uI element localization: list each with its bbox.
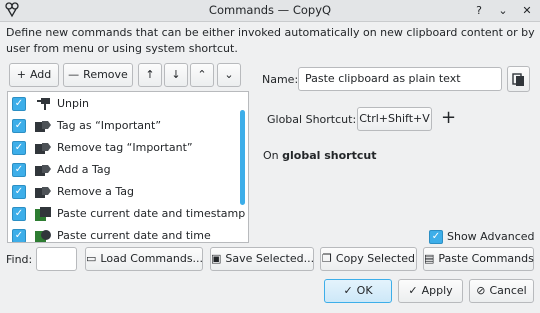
window-title: Commands — CopyQ xyxy=(208,3,332,17)
plus-icon: + xyxy=(16,68,26,81)
command-enabled-checkbox[interactable]: ✓ xyxy=(12,97,26,111)
ok-button[interactable]: ✓ OK xyxy=(324,279,392,303)
command-label: Paste current date and time xyxy=(57,229,211,242)
global-shortcut-label: Global Shortcut: xyxy=(267,113,357,126)
help-button[interactable]: ? xyxy=(471,3,487,19)
remove-button-label: Remove xyxy=(83,68,128,81)
load-commands-label: Load Commands... xyxy=(100,252,204,265)
copy-selected-label: Copy Selected xyxy=(335,252,415,265)
save-selected-label: Save Selected... xyxy=(225,252,315,265)
save-icon: ▣ xyxy=(211,252,222,265)
close-button[interactable]: ✕ xyxy=(519,3,535,19)
move-up-button[interactable]: ↑ xyxy=(138,63,162,87)
copy-icon: ❐ xyxy=(322,252,332,265)
paste-commands-label: Paste Commands xyxy=(438,252,534,265)
clock-icon xyxy=(35,230,51,242)
add-command-button[interactable]: + Add xyxy=(9,63,59,87)
tag-icon xyxy=(35,187,51,198)
command-enabled-checkbox[interactable]: ✓ xyxy=(12,141,26,155)
command-row-remove-tag-important[interactable]: ✓ Remove tag “Important” xyxy=(8,137,236,159)
command-enabled-checkbox[interactable]: ✓ xyxy=(12,207,26,221)
command-row-tag-important[interactable]: ✓ Tag as “Important” xyxy=(8,115,236,137)
clipboard-icon xyxy=(512,73,524,86)
copy-selected-button[interactable]: ❐ Copy Selected xyxy=(320,247,417,271)
arrow-down-icon: ↓ xyxy=(171,68,181,81)
trigger-type: global shortcut xyxy=(282,149,377,162)
trigger-prefix: On xyxy=(263,149,283,162)
command-enabled-checkbox[interactable]: ✓ xyxy=(12,185,26,199)
arrow-up-icon: ↑ xyxy=(145,68,155,81)
move-bottom-button[interactable]: ⌄ xyxy=(217,63,241,87)
apply-button[interactable]: ✓ Apply xyxy=(398,279,463,303)
paste-name-button[interactable] xyxy=(507,66,530,92)
cancel-icon: ⊘ xyxy=(476,284,486,297)
command-enabled-checkbox[interactable]: ✓ xyxy=(12,229,26,242)
cancel-label: Cancel xyxy=(489,284,527,297)
cancel-button[interactable]: ⊘ Cancel xyxy=(469,279,534,303)
double-chevron-down-icon: ⌄ xyxy=(224,68,234,81)
tag-icon xyxy=(35,165,51,176)
folder-icon: ▭ xyxy=(86,252,97,265)
move-top-button[interactable]: ⌃ xyxy=(190,63,214,87)
minus-icon: — xyxy=(68,68,80,81)
list-scrollbar-thumb[interactable] xyxy=(240,110,245,205)
command-enabled-checkbox[interactable]: ✓ xyxy=(12,163,26,177)
command-label: Remove a Tag xyxy=(57,185,134,198)
checkmark-icon: ✓ xyxy=(408,284,418,297)
command-list[interactable]: ✓ Unpin ✓ Tag as “Important” ✓ Remove ta… xyxy=(7,91,249,243)
ok-label: OK xyxy=(356,284,373,297)
command-row-unpin[interactable]: ✓ Unpin xyxy=(8,93,236,115)
command-label: Remove tag “Important” xyxy=(57,141,193,154)
command-row-paste-date-time[interactable]: ✓ Paste current date and time xyxy=(8,225,236,242)
find-input[interactable] xyxy=(36,247,77,271)
tag-icon xyxy=(35,143,51,154)
command-row-add-tag[interactable]: ✓ Add a Tag xyxy=(8,159,236,181)
load-commands-button[interactable]: ▭ Load Commands... xyxy=(85,247,203,271)
remove-command-button[interactable]: — Remove xyxy=(63,63,133,87)
checkmark-icon: ✓ xyxy=(343,284,353,297)
description-text: Define new commands that can be either i… xyxy=(6,26,535,55)
move-down-button[interactable]: ↓ xyxy=(164,63,188,87)
command-label: Tag as “Important” xyxy=(57,119,162,132)
add-shortcut-button[interactable]: + xyxy=(441,107,456,129)
paste-commands-button[interactable]: ▤ Paste Commands xyxy=(423,247,534,271)
command-name-input[interactable]: Paste clipboard as plain text xyxy=(298,67,502,91)
command-row-paste-date-timestamp[interactable]: ✓ Paste current date and timestamp xyxy=(8,203,245,225)
tag-icon xyxy=(35,121,51,132)
title-bar: Commands — CopyQ ? ⌄ ✕ xyxy=(0,0,540,22)
shortcut-button[interactable]: Ctrl+Shift+V xyxy=(357,107,432,131)
trigger-summary: On global shortcut xyxy=(263,149,376,162)
save-selected-button[interactable]: ▣ Save Selected... xyxy=(210,247,314,271)
command-row-remove-tag[interactable]: ✓ Remove a Tag xyxy=(8,181,236,203)
show-advanced-label: Show Advanced xyxy=(447,230,535,243)
minimize-button[interactable]: ⌄ xyxy=(495,3,511,19)
paste-date-icon xyxy=(35,207,51,221)
find-label: Find: xyxy=(6,253,33,266)
command-label: Add a Tag xyxy=(57,163,111,176)
show-advanced-checkbox[interactable]: ✓ xyxy=(429,230,443,244)
add-button-label: Add xyxy=(29,68,52,81)
command-label: Paste current date and timestamp xyxy=(57,207,246,220)
paste-icon: ▤ xyxy=(424,252,435,265)
command-label: Unpin xyxy=(57,97,90,110)
pin-icon xyxy=(37,98,50,110)
name-label: Name: xyxy=(262,73,299,86)
command-enabled-checkbox[interactable]: ✓ xyxy=(12,119,26,133)
apply-label: Apply xyxy=(421,284,453,297)
double-chevron-up-icon: ⌃ xyxy=(197,68,207,81)
